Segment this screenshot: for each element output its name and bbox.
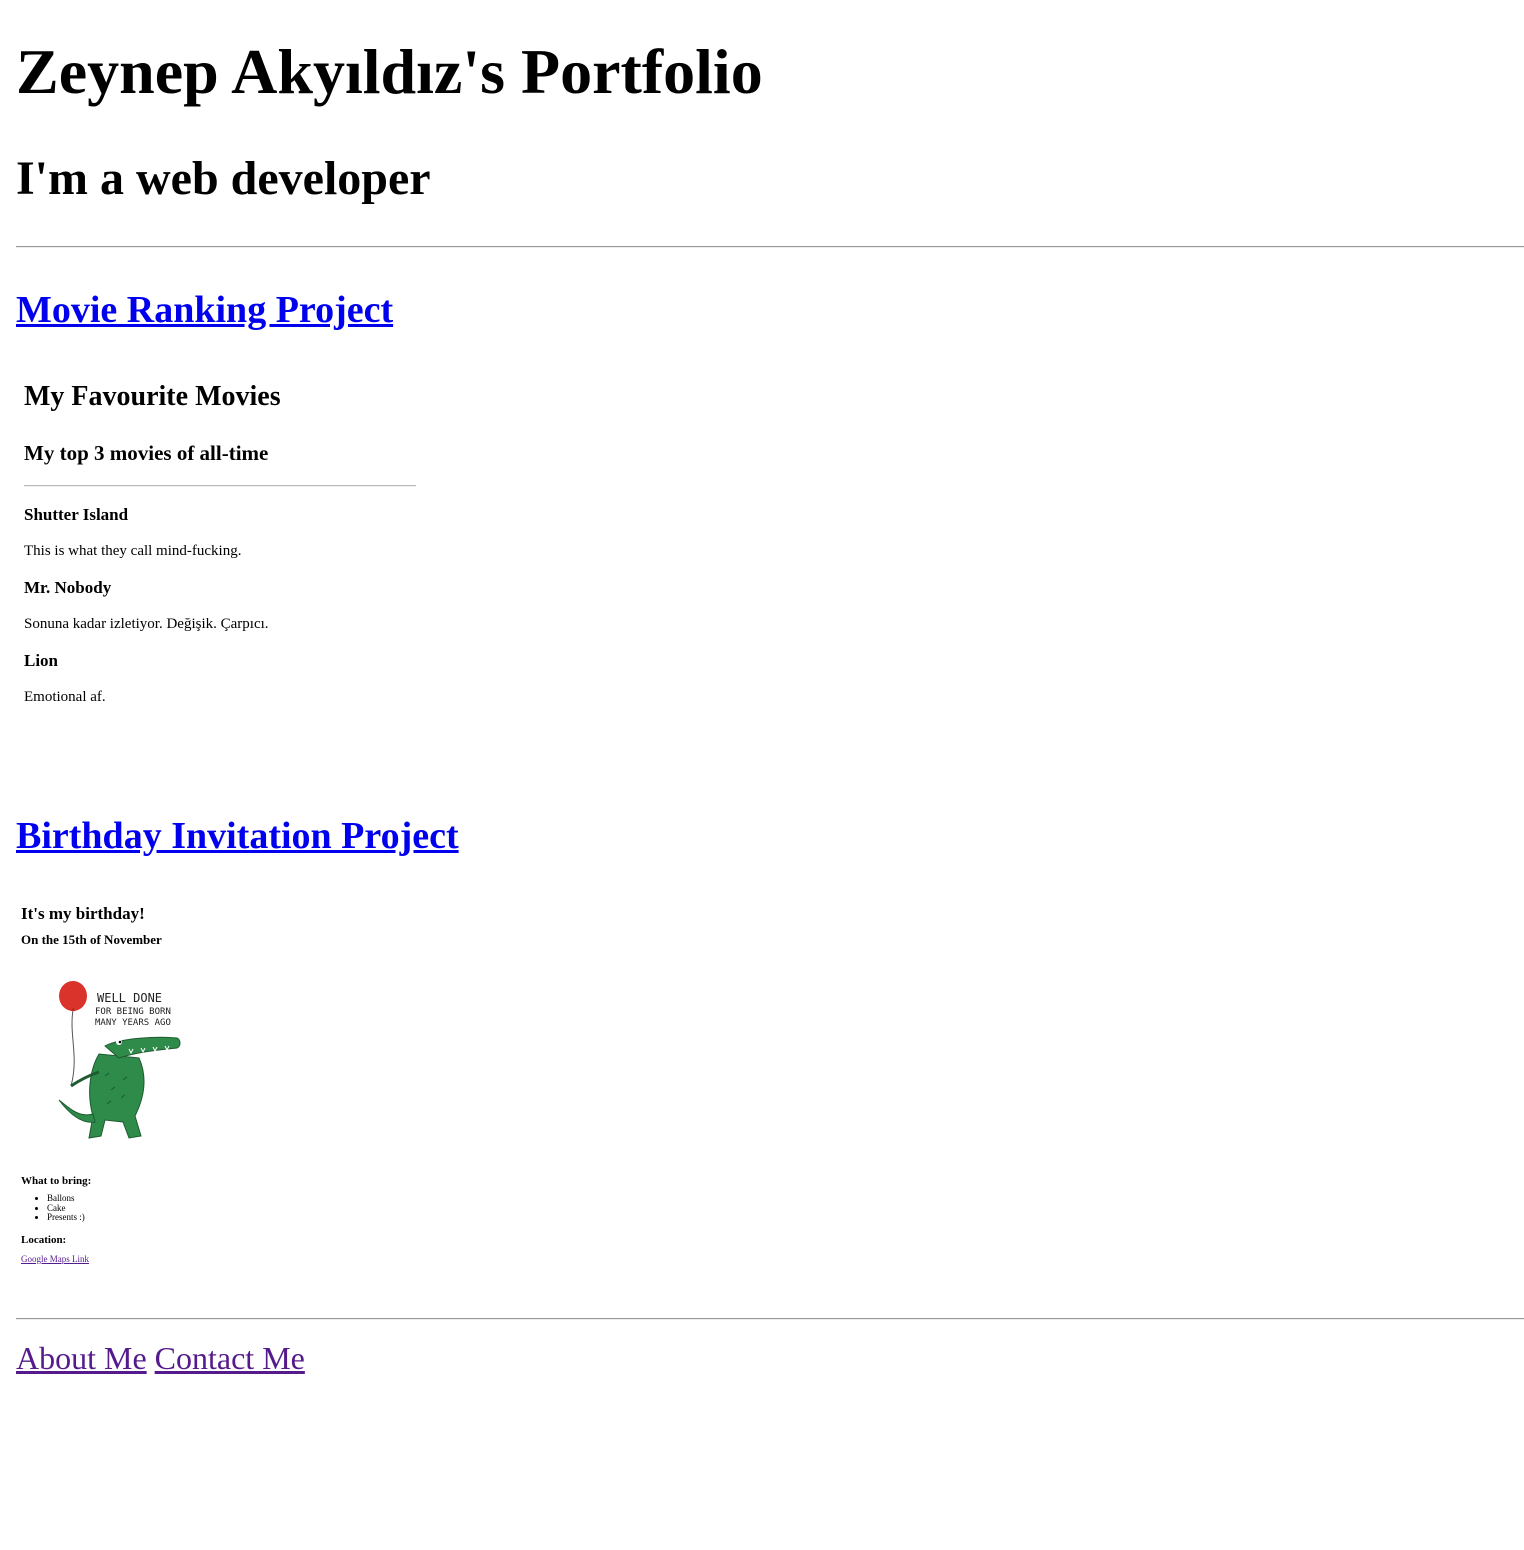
birthday-invitation-project-link[interactable]: Birthday Invitation Project	[16, 813, 459, 859]
what-to-bring-label: What to bring:	[21, 1175, 92, 1187]
birthday-invitation-preview: It's my birthday! On the 15th of Novembe…	[21, 900, 281, 1280]
about-me-link[interactable]: About Me	[16, 1340, 147, 1376]
movie-description: This is what they call mind-fucking.	[24, 543, 242, 559]
illustration-caption-line: FOR BEING BORN	[95, 1007, 171, 1017]
crocodile-balloon-illustration: WELL DONE FOR BEING BORN MANY YEARS AGO	[58, 981, 181, 1139]
movies-heading: My Favourite Movies	[24, 381, 281, 412]
list-item: Presents :)	[47, 1213, 85, 1223]
illustration-caption-line: MANY YEARS AGO	[95, 1018, 171, 1028]
top-divider	[16, 246, 1524, 248]
movies-divider	[24, 485, 416, 487]
movies-subheading: My top 3 movies of all-time	[24, 441, 269, 465]
birthday-heading: It's my birthday!	[21, 904, 145, 923]
location-label: Location:	[21, 1234, 67, 1246]
page-subtitle: I'm a web developer	[16, 152, 431, 205]
bring-list: Ballons Cake Presents :)	[21, 1193, 85, 1223]
movie-ranking-project-link[interactable]: Movie Ranking Project	[16, 287, 393, 333]
movie-description: Sonuna kadar izletiyor. Değişik. Çarpıcı…	[24, 616, 269, 632]
bottom-divider	[16, 1318, 1524, 1320]
contact-me-link[interactable]: Contact Me	[155, 1340, 305, 1376]
page-title: Zeynep Akyıldız's Portfolio	[16, 36, 763, 107]
google-maps-link[interactable]: Google Maps Link	[21, 1254, 89, 1264]
movie-title: Lion	[24, 651, 59, 670]
illustration-caption-line: WELL DONE	[97, 991, 162, 1005]
movie-title: Shutter Island	[24, 505, 129, 524]
birthday-date: On the 15th of November	[21, 932, 162, 947]
movie-description: Emotional af.	[24, 689, 106, 705]
movie-ranking-preview: My Favourite Movies My top 3 movies of a…	[24, 380, 416, 760]
footer-links: About Me Contact Me	[16, 1338, 305, 1378]
movie-title: Mr. Nobody	[24, 578, 112, 597]
